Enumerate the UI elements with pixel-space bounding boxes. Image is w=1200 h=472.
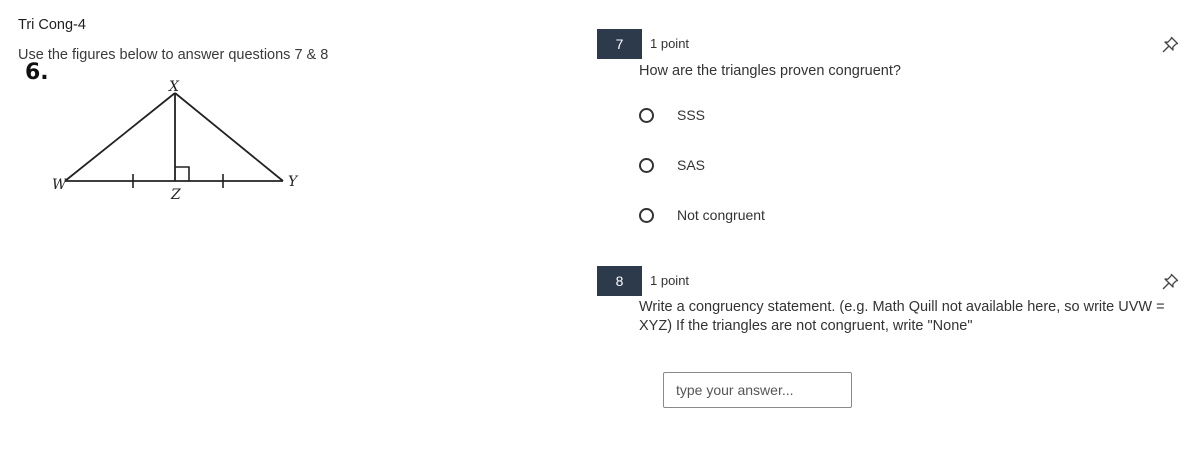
vertex-label-w: W <box>52 177 68 193</box>
triangle-figure: X W Z Y <box>32 74 312 204</box>
radio-empty-icon[interactable] <box>639 157 654 173</box>
option-sss[interactable]: SSS <box>639 103 705 127</box>
radio-empty-icon[interactable] <box>639 107 654 123</box>
answer-input[interactable] <box>663 372 852 408</box>
vertex-label-x: X <box>168 79 180 95</box>
instructions-text: Use the figures below to answer question… <box>18 47 329 63</box>
document-title: Tri Cong-4 <box>18 17 86 33</box>
question-points: 1 point <box>650 36 690 51</box>
question-points: 1 point <box>650 273 690 288</box>
triangle-diagram: X W Z Y <box>52 79 299 203</box>
question-8: 8 1 point Write a congruency statement. … <box>597 266 1192 416</box>
question-number-badge: 7 <box>597 29 642 59</box>
question-text-line-2: XYZ) If the triangles are not congruent,… <box>639 318 973 334</box>
option-label: Not congruent <box>677 207 765 223</box>
vertex-label-y: Y <box>288 174 299 190</box>
question-text: How are the triangles proven congruent? <box>639 63 901 79</box>
question-text-line-1: Write a congruency statement. (e.g. Math… <box>639 299 1165 315</box>
question-number-badge: 8 <box>597 266 642 296</box>
right-angle-mark <box>175 166 190 181</box>
figure-panel: Tri Cong-4 Use the figures below to answ… <box>18 0 578 472</box>
option-label: SSS <box>677 107 706 123</box>
option-not-congruent[interactable]: Not congruent <box>639 203 765 227</box>
radio-empty-icon[interactable] <box>639 207 654 223</box>
segment-xy <box>174 92 284 182</box>
vertex-label-z: Z <box>170 187 181 203</box>
question-7: 7 1 point How are the triangles proven c… <box>597 29 1192 239</box>
pushpin-icon[interactable] <box>1160 35 1180 55</box>
option-label: SAS <box>677 157 706 173</box>
segment-wx <box>64 92 176 182</box>
pushpin-icon[interactable] <box>1160 272 1180 292</box>
option-sas[interactable]: SAS <box>639 153 705 177</box>
